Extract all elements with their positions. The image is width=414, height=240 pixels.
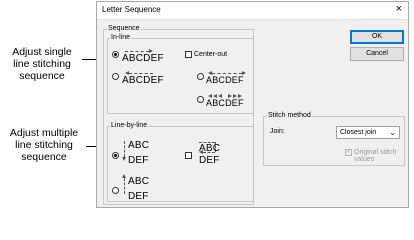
stitch-method-group: Stitch method Join: Closest join ⌄ Origi… bbox=[263, 112, 405, 166]
inline-radio-left-to-right[interactable] bbox=[112, 51, 119, 58]
line-by-line-label: Line-by-line bbox=[110, 122, 149, 129]
callout-multiple-line: Adjust multiple line stitching sequence bbox=[9, 127, 79, 163]
line-by-line-group: Line-by-line ABC DEF ABC DEF ABC DEF bbox=[107, 122, 254, 202]
arrow-down-icon bbox=[122, 157, 126, 161]
callout-single-line: Adjust single line stitching sequence bbox=[12, 46, 72, 82]
lbl-option-2-top: ABC bbox=[199, 143, 221, 154]
lbl-option-1-top: ABC bbox=[128, 140, 150, 151]
sequence-group: Sequence In-line ABCDEF ABCDEF Center-ou… bbox=[103, 25, 254, 205]
lbl-checkbox-alternate[interactable] bbox=[185, 152, 192, 159]
dialog-title: Letter Sequence bbox=[102, 5, 161, 14]
lbl-option-3-top: ABC bbox=[128, 176, 150, 187]
inline-radio-right-to-left[interactable] bbox=[112, 73, 119, 80]
join-select-value: Closest join bbox=[340, 129, 377, 136]
letter-sequence-dialog: Letter Sequence × Sequence In-line ABCDE… bbox=[96, 1, 409, 208]
center-out-label: Center-out bbox=[194, 51, 228, 58]
inline-option-3: ABCDEF bbox=[206, 75, 244, 85]
lbl-radio-top-down[interactable] bbox=[112, 152, 119, 159]
dash-arrow bbox=[124, 141, 125, 157]
inline-radio-outward[interactable] bbox=[197, 73, 204, 80]
lbl-option-2-bottom: DEF bbox=[199, 155, 220, 166]
chevron-down-icon: ⌄ bbox=[389, 128, 396, 137]
dash-arrow bbox=[124, 178, 125, 194]
cancel-button[interactable]: Cancel bbox=[350, 47, 404, 61]
inline-option-2: ABCDEF bbox=[122, 75, 164, 86]
lbl-option-1-bottom: DEF bbox=[128, 155, 149, 166]
close-icon[interactable]: × bbox=[396, 3, 402, 16]
lbl-option-3-bottom: DEF bbox=[128, 191, 149, 202]
inline-group-label: In-line bbox=[110, 34, 132, 41]
inline-group: In-line ABCDEF ABCDEF Center-out ABCDEF bbox=[107, 34, 254, 114]
ok-button[interactable]: OK bbox=[350, 30, 404, 44]
original-stitch-checkbox[interactable] bbox=[345, 147, 352, 156]
original-stitch-label: Original stitch values bbox=[354, 149, 397, 163]
inline-radio-alternating[interactable] bbox=[197, 96, 204, 103]
title-bar: Letter Sequence × bbox=[97, 2, 408, 20]
dash-arrow bbox=[129, 73, 153, 74]
dash-arrow bbox=[212, 73, 242, 74]
dash-arrow bbox=[125, 51, 149, 52]
join-select[interactable]: Closest join ⌄ bbox=[336, 126, 400, 139]
center-out-checkbox[interactable] bbox=[185, 51, 192, 58]
inline-option-1: ABCDEF bbox=[122, 53, 164, 64]
inline-option-4: ABCDEF bbox=[206, 98, 244, 108]
lbl-radio-bottom-up[interactable] bbox=[112, 187, 119, 194]
join-label: Join: bbox=[270, 128, 285, 135]
stitch-method-label: Stitch method bbox=[267, 112, 312, 119]
sequence-group-label: Sequence bbox=[107, 25, 141, 32]
